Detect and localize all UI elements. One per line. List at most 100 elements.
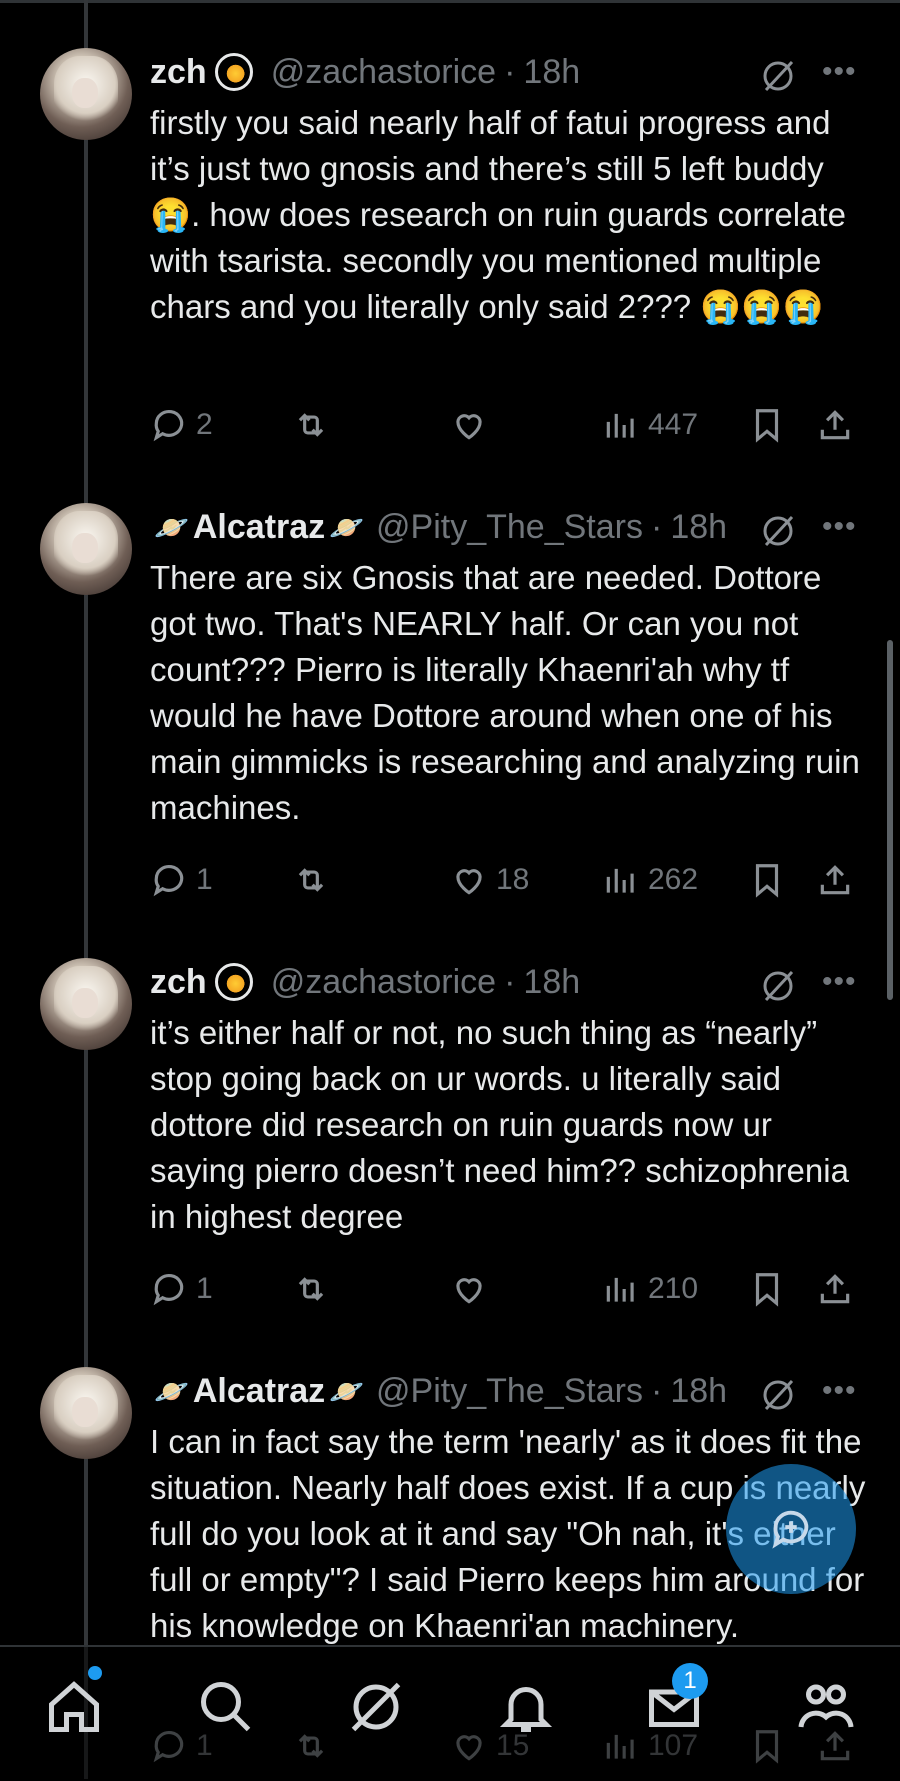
nav-home[interactable] [44,1677,104,1737]
tweet[interactable]: 🪐 Alcatraz 🪐 @Pity_The_Stars · 18h ••• T… [0,503,900,913]
handle[interactable]: @zachastorice [271,53,496,92]
share-button[interactable] [816,1270,854,1308]
profile-badge-icon [214,53,253,91]
like-count: 18 [496,863,530,896]
tweet-header: 🪐 Alcatraz 🪐 @Pity_The_Stars · 18h [150,1371,727,1411]
tweet-text: firstly you said nearly half of fatui pr… [150,104,846,325]
share-button[interactable] [816,406,854,444]
name-emoji: 🪐 [154,511,189,543]
repost-button[interactable] [292,406,338,444]
tweet-header: zch @zachastorice · 18h [150,962,580,1002]
bottom-navigation [0,1645,900,1781]
name-emoji: 🪐 [329,1375,365,1407]
display-name[interactable]: Alcatraz [193,1372,325,1411]
reply-icon [153,409,184,442]
timestamp[interactable]: 18h [523,963,580,1002]
notifications-icon [499,1687,553,1732]
top-divider [0,0,900,3]
views-button[interactable]: 210 [602,1270,698,1308]
nav-communities[interactable] [796,1677,856,1737]
tweet-actions: 1 18 262 [150,861,870,905]
like-button[interactable] [450,406,496,444]
reply-button[interactable]: 1 [150,861,213,899]
more-icon[interactable]: ••• [822,512,857,542]
like-button[interactable]: 18 [450,861,529,899]
compose-button[interactable] [726,1464,856,1594]
reply-count: 1 [196,863,213,896]
avatar[interactable] [40,1367,132,1459]
repost-icon [298,413,324,437]
display-name[interactable]: zch [150,963,207,1002]
name-emoji: 🪐 [329,511,365,543]
reply-button[interactable]: 2 [150,406,213,444]
handle[interactable]: @Pity_The_Stars [376,508,643,547]
views-button[interactable]: 447 [602,406,698,444]
grok-icon[interactable] [760,1377,796,1413]
tweet-text: There are six Gnosis that are needed. Do… [150,559,860,826]
share-icon [820,865,850,895]
nav-search[interactable] [196,1677,256,1737]
tweet-header: 🪐 Alcatraz 🪐 @Pity_The_Stars · 18h [150,507,727,547]
handle[interactable]: @zachastorice [271,963,496,1002]
timestamp[interactable]: 18h [670,508,727,547]
repost-icon [298,1277,324,1301]
display-name[interactable]: Alcatraz [193,508,325,547]
nav-grok[interactable] [346,1677,406,1737]
more-icon[interactable]: ••• [822,57,857,87]
home-unread-dot [88,1666,102,1680]
separator: · [650,1371,663,1410]
name-emoji: 🪐 [154,1375,189,1407]
avatar[interactable] [40,958,132,1050]
nav-notifications[interactable] [496,1677,556,1737]
timestamp[interactable]: 18h [523,53,580,92]
grok-icon[interactable] [760,513,796,549]
search-icon [201,1682,251,1732]
views-button[interactable]: 262 [602,861,698,899]
tweet-actions: 1 210 [150,1270,870,1314]
more-icon[interactable]: ••• [822,1376,857,1406]
views-icon [606,413,634,438]
bookmark-button[interactable] [748,1270,786,1308]
repost-button[interactable] [292,1270,338,1308]
compose-icon [772,1510,809,1549]
profile-badge-icon [214,963,253,1001]
bookmark-icon [755,1273,779,1307]
bookmark-button[interactable] [748,861,786,899]
reply-button[interactable]: 1 [150,1270,213,1308]
tweet-text: it’s either half or not, no such thing a… [150,1014,849,1235]
avatar[interactable] [40,503,132,595]
views-count: 262 [648,863,699,896]
bookmark-button[interactable] [748,406,786,444]
reply-count: 2 [196,408,213,441]
scrollbar[interactable] [887,640,893,1000]
separator: · [504,52,516,91]
home-icon [49,1681,99,1732]
tweet-actions: 2 447 [150,406,870,450]
more-icon[interactable]: ••• [822,967,857,997]
like-icon [456,869,482,895]
grok-icon[interactable] [760,968,796,1004]
avatar[interactable] [40,48,132,140]
reply-icon [153,1273,184,1306]
reply-icon [153,864,184,897]
grok-icon [351,1682,401,1732]
communities-icon [798,1684,854,1728]
tweet-header: zch @zachastorice · 18h [150,52,580,92]
repost-button[interactable] [292,861,338,899]
separator: · [650,507,663,546]
views-icon [606,1277,634,1302]
tweet[interactable]: zch @zachastorice · 18h ••• it’s either … [0,958,900,1318]
tweet[interactable]: zch @zachastorice · 18h ••• firstly you … [0,48,900,458]
share-icon [820,410,850,440]
display-name[interactable]: zch [150,53,207,92]
handle[interactable]: @Pity_The_Stars [376,1372,643,1411]
reply-count: 1 [196,1272,213,1305]
timestamp[interactable]: 18h [670,1372,727,1411]
grok-icon[interactable] [760,58,796,94]
repost-icon [298,868,324,892]
share-button[interactable] [816,861,854,899]
like-button[interactable] [450,1270,496,1308]
separator: · [504,962,516,1001]
like-icon [456,1278,482,1304]
like-icon [456,414,482,440]
